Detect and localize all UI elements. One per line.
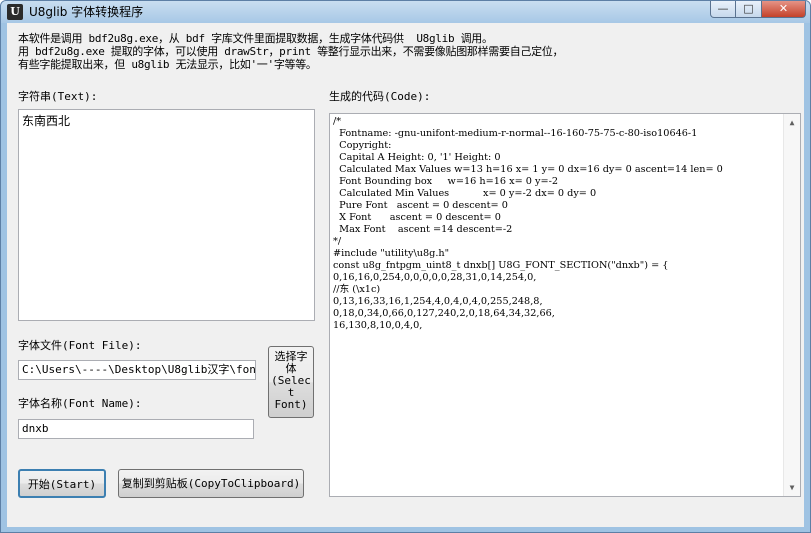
font-name-input[interactable]: dnxb (18, 419, 254, 439)
font-file-label: 字体文件(Font File): (18, 339, 142, 352)
app-icon: U (7, 4, 23, 20)
maximize-button[interactable]: □ (736, 1, 762, 18)
description-text: 本软件是调用 bdf2u8g.exe，从 bdf 字库文件里面提取数据，生成字体… (18, 32, 564, 71)
code-label: 生成的代码(Code): (329, 90, 431, 103)
close-button[interactable]: ✕ (762, 1, 806, 18)
client-area: 本软件是调用 bdf2u8g.exe，从 bdf 字库文件里面提取数据，生成字体… (7, 23, 804, 527)
copy-to-clipboard-button[interactable]: 复制到剪贴板(CopyToClipboard) (118, 469, 304, 498)
caption-buttons: — □ ✕ (710, 1, 806, 19)
main-window: U U8glib 字体转换程序 — □ ✕ 本软件是调用 bdf2u8g.exe… (0, 0, 811, 533)
font-file-input[interactable]: C:\Users\----\Desktop\U8glib汉字\fonts\ (18, 360, 256, 380)
scroll-down-arrow-icon[interactable]: ▼ (784, 479, 800, 496)
select-font-button[interactable]: 选择字 体 (Selec t Font) (268, 346, 314, 418)
text-input-area[interactable]: 东南西北 (18, 109, 315, 321)
code-output-area[interactable]: /* Fontname: -gnu-unifont-medium-r-norma… (329, 113, 801, 497)
scroll-up-arrow-icon[interactable]: ▲ (784, 114, 800, 131)
generated-code: /* Fontname: -gnu-unifont-medium-r-norma… (333, 116, 723, 331)
title-bar[interactable]: U U8glib 字体转换程序 — □ ✕ (1, 1, 810, 23)
window-title: U8glib 字体转换程序 (29, 5, 144, 19)
start-button[interactable]: 开始(Start) (18, 469, 106, 498)
font-name-label: 字体名称(Font Name): (18, 397, 142, 410)
text-label: 字符串(Text): (18, 90, 98, 103)
minimize-button[interactable]: — (710, 1, 736, 18)
code-scrollbar[interactable]: ▲ ▼ (783, 114, 800, 496)
